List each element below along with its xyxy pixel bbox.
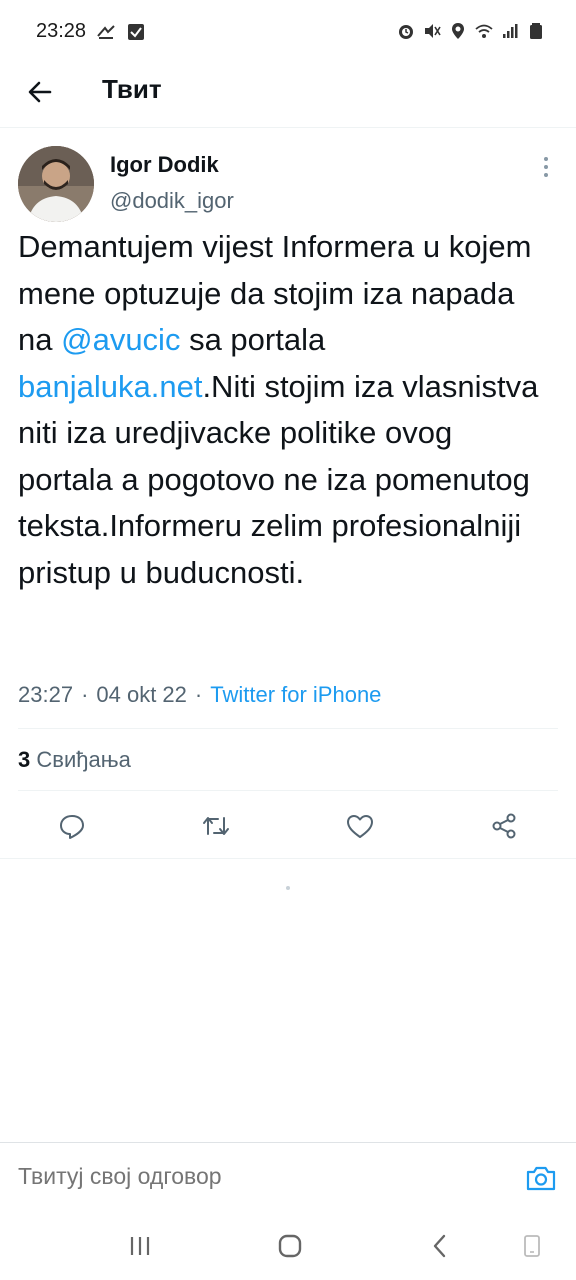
tweet-time: 23:27 — [18, 682, 74, 707]
reply-bar — [0, 1142, 576, 1212]
more-dot-icon — [544, 173, 548, 177]
back-button[interactable] — [20, 72, 60, 112]
page-title: Твит — [102, 74, 162, 104]
like-button[interactable] — [338, 804, 382, 848]
camera-button[interactable] — [524, 1161, 558, 1195]
system-nav-bar — [0, 1212, 576, 1280]
home-icon — [278, 1234, 302, 1258]
status-bar: 23:28 — [0, 0, 576, 66]
tweet-actions — [0, 804, 576, 856]
more-dot-icon — [544, 165, 548, 169]
mute-icon — [425, 24, 441, 38]
likes-label: Свиђања — [36, 747, 131, 772]
loading-indicator — [286, 886, 290, 890]
reply-input[interactable] — [18, 1163, 498, 1190]
retweet-icon — [203, 817, 229, 835]
retweet-button[interactable] — [194, 804, 238, 848]
chevron-left-icon — [433, 1234, 446, 1258]
recent-apps-button[interactable] — [120, 1228, 160, 1264]
meta-separator: · — [81, 682, 89, 707]
battery-icon — [530, 23, 542, 39]
likes-count: 3 — [18, 747, 31, 772]
phone-outline-icon — [524, 1235, 540, 1257]
likes-count-link[interactable]: 3 Свиђања — [18, 747, 131, 773]
system-back-button[interactable] — [420, 1228, 460, 1264]
author-name[interactable]: Igor Dodik — [110, 152, 219, 178]
meta-separator: · — [194, 682, 203, 707]
recent-apps-icon — [130, 1237, 150, 1255]
alarm-icon — [399, 25, 413, 39]
mention-link[interactable]: @avucic — [61, 322, 180, 357]
reply-icon — [60, 815, 84, 839]
tweet-source-link[interactable]: Twitter for iPhone — [210, 682, 381, 708]
signal-icon — [503, 24, 518, 38]
tweet-date: 04 okt 22 — [96, 682, 187, 707]
divider — [0, 858, 576, 859]
checkbox-notification-icon — [128, 24, 144, 40]
share-button[interactable] — [482, 804, 526, 848]
avatar[interactable] — [18, 146, 94, 222]
camera-icon — [526, 1166, 556, 1191]
header: Твит — [0, 58, 576, 128]
tweet-text-part: sa portala — [180, 322, 326, 357]
gesture-icon — [97, 25, 115, 39]
status-time: 23:28 — [36, 20, 87, 42]
keyboard-toggle-button[interactable] — [512, 1228, 552, 1264]
wifi-icon — [475, 24, 493, 38]
author-handle[interactable]: @dodik_igor — [110, 188, 234, 214]
location-icon — [452, 23, 464, 39]
more-options-button[interactable] — [534, 152, 558, 182]
divider — [18, 728, 558, 729]
heart-icon — [347, 815, 373, 838]
divider — [18, 790, 558, 791]
home-button[interactable] — [270, 1228, 310, 1264]
person-photo-icon — [18, 146, 94, 222]
more-dot-icon — [544, 157, 548, 161]
url-link[interactable]: banjaluka.net — [18, 369, 202, 404]
tweet-meta: 23:27 · 04 okt 22 · Twitter for iPhone — [18, 682, 381, 708]
arrow-left-icon — [28, 81, 52, 103]
share-icon — [492, 813, 516, 839]
reply-button[interactable] — [50, 804, 94, 848]
tweet-text: Demantujem vijest Informera u kojem mene… — [18, 224, 548, 596]
